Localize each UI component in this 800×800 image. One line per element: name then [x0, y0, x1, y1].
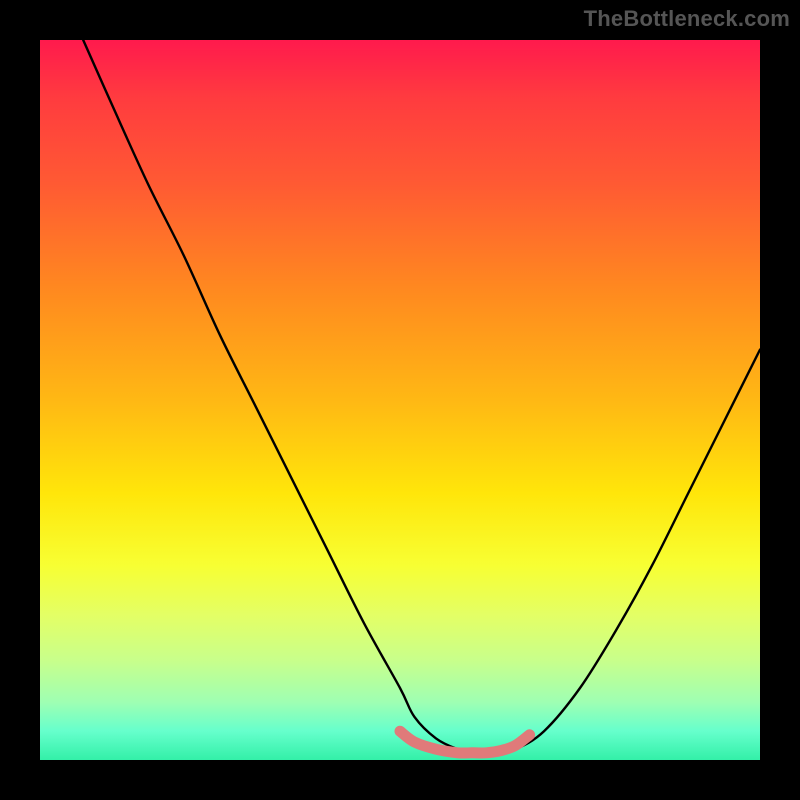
highlight-band — [400, 731, 530, 753]
curve-layer — [40, 40, 760, 760]
watermark-label: TheBottleneck.com — [584, 6, 790, 32]
plot-area — [40, 40, 760, 760]
chart-frame: TheBottleneck.com — [0, 0, 800, 800]
bottleneck-curve — [83, 40, 760, 753]
